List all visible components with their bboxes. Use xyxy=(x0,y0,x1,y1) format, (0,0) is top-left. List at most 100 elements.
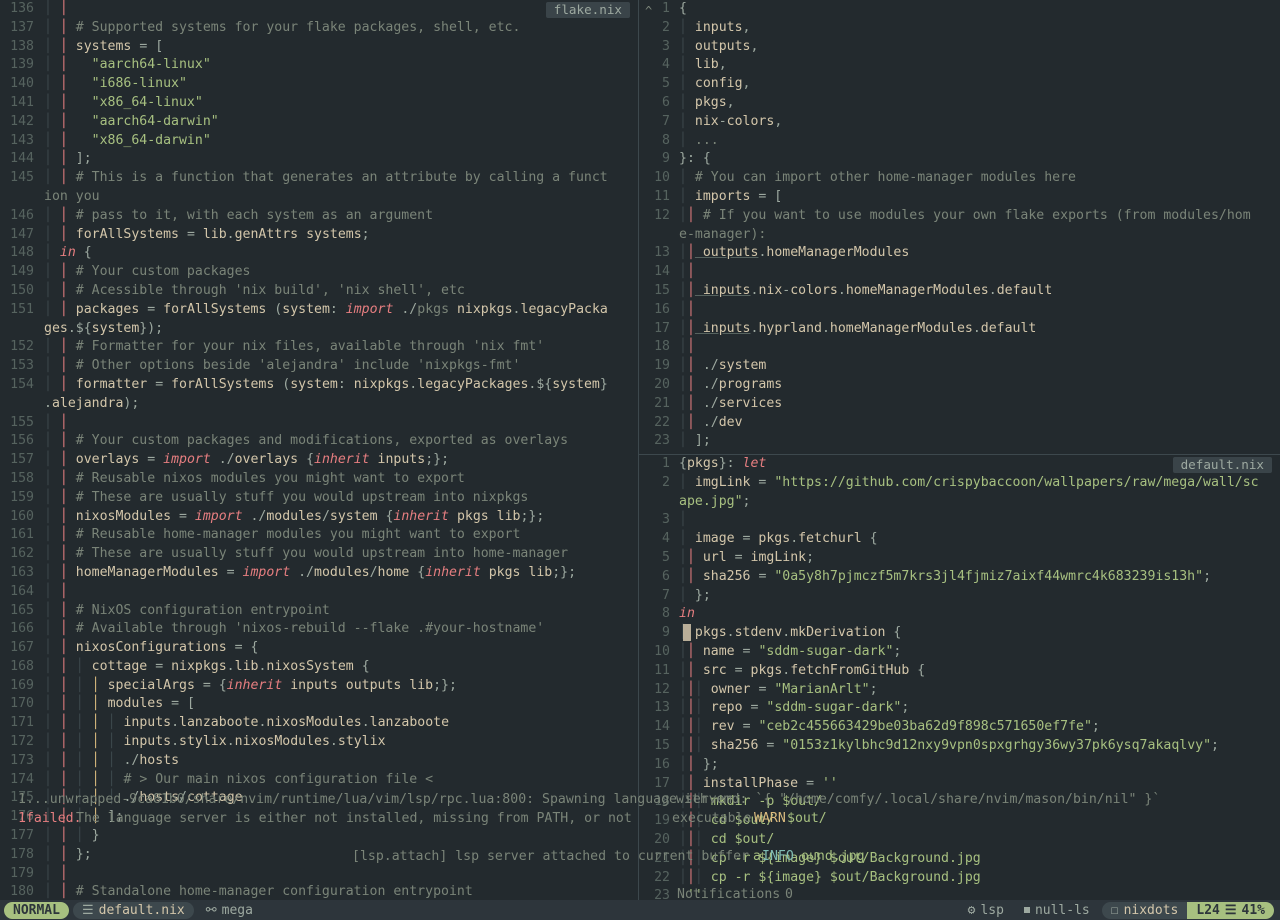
code-line: 136 │ │ xyxy=(10,1,68,16)
code-line: 171 │ │ │ │ │ inputs.lanzaboote.nixosModu… xyxy=(10,715,450,731)
code-line: 177 │ │ │ } xyxy=(10,828,100,844)
fragment-jpg: ound.jpg xyxy=(801,849,865,864)
code-line: 6 ││ sha256 = "0a5y8h7pjmczf5m7krs3jl4fjm… xyxy=(662,568,1212,584)
notification-count-label: Notifications xyxy=(677,887,781,902)
statusline-branch-name: mega xyxy=(221,902,253,918)
statusline-progress: 41% xyxy=(1241,902,1265,918)
code-line: 147 │ │ forAllSystems = lib.genAttrs syst… xyxy=(10,226,370,242)
code-line: 140 │ │ "i686-linux" xyxy=(10,76,187,92)
statusline-right: ⚙ lsp null-ls ☐ nixdots L24 ☰ 41% xyxy=(956,901,1280,919)
code-line: 149 │ │ # Your custom packages xyxy=(10,264,251,280)
code-line: 14 │││ rev = "ceb2c455663429be03ba62d9f89… xyxy=(654,719,1100,735)
code-line: 145 │ │ # This is a function that generat… xyxy=(10,170,608,186)
code-line: 138 │ │ systems = [ xyxy=(10,38,164,54)
code-line: 14 ││ xyxy=(654,264,695,280)
statusline-branch[interactable]: ⚯ mega xyxy=(198,902,261,919)
statusline-file[interactable]: ☰ default.nix xyxy=(72,901,194,919)
code-line: 3 │ outputs, xyxy=(662,38,759,54)
code-line: 11 ││ src = pkgs.fetchFromGitHub { xyxy=(654,662,926,678)
code-line: 22 ││ ./dev xyxy=(654,414,743,430)
notification-lsp-spawn-cmd: with cmd: `{ "/home/comfy/.local/share/n… xyxy=(676,792,1161,807)
code-line: 8 in xyxy=(662,606,695,622)
code-line: 169 │ │ │ │ specialArgs = {inherit inputs… xyxy=(10,677,457,693)
code-line: 170 │ │ │ │ modules = [ xyxy=(10,696,195,712)
code-line: 4 │ image = pkgs.fetchurl { xyxy=(662,531,878,547)
winbar-filename-left: flake.nix xyxy=(545,2,630,18)
statusline: NORMAL ☰ default.nix ⚯ mega ⚙ lsp null-l… xyxy=(0,900,1280,920)
code-line: 20 ││ ./programs xyxy=(654,376,783,392)
code-line: 174 │ │ │ │ │ # > Our main nixos configur… xyxy=(10,771,434,787)
notification-lsp-error: The language server is either not instal… xyxy=(76,811,632,826)
code-line: 10 ││ name = "sddm-sugar-dark"; xyxy=(654,643,902,659)
code-line: 168 │ │ │ cottage = nixpkgs.lib.nixosSyst… xyxy=(10,658,370,674)
code-line: 22 │││ cp -r ${image} $out/Background.jpg xyxy=(654,869,981,885)
code-line: 18 ││ xyxy=(654,339,695,355)
statusline-position: L24 ☰ 41% xyxy=(1187,901,1274,919)
code-line: 162 │ │ # These are usually stuff you wou… xyxy=(10,546,569,562)
notification-lsp-attach: [lsp.attach] lsp server attached to curr… xyxy=(352,849,749,864)
winbar-filename-right: default.nix xyxy=(1172,457,1272,473)
code-line: 144 │ │ ]; xyxy=(10,151,92,167)
scroll-up-indicator[interactable]: ^ xyxy=(645,2,652,21)
code-line: 17 ││ inputs.hyprland.homeManagerModules.… xyxy=(654,320,1037,336)
statusline-project[interactable]: ☐ nixdots xyxy=(1101,901,1188,919)
fragment-a: a xyxy=(753,849,761,864)
code-line: 4 │ lib, xyxy=(662,57,727,73)
code-line: 19 ││ ./system xyxy=(654,358,767,374)
square-dot-icon xyxy=(1023,907,1030,913)
statusline-lsp[interactable]: ⚙ lsp xyxy=(960,902,1012,919)
folder-icon: ☐ xyxy=(1110,902,1119,918)
code-line: 179 │ │ xyxy=(10,865,68,881)
file-icon: ☰ xyxy=(81,902,94,918)
pane-home-nix[interactable]: ^ 1{ 2 │ inputs, 3 │ outputs, 4 │ lib, 5 │ c… xyxy=(639,0,1280,454)
gear-icon: ⚙ xyxy=(967,902,976,918)
code-right-top[interactable]: 1{ 2 │ inputs, 3 │ outputs, 4 │ lib, 5 │ con… xyxy=(639,0,1280,451)
code-line-wrap: 145ion you xyxy=(44,188,100,204)
code-line: 15 ││ inputs.nix-colors.homeManagerModule… xyxy=(654,282,1053,298)
statusline-filename: default.nix xyxy=(98,902,185,918)
code-line: 142 │ │ "aarch64-darwin" xyxy=(10,113,219,129)
code-line-wrap: 2ape.jpg"; xyxy=(679,493,751,509)
code-line-wrap: 151ges.${system}); xyxy=(44,320,164,336)
notification-lsp-error-tail: executable. xyxy=(672,811,760,826)
statusline-linter-label: null-ls xyxy=(1034,902,1090,918)
code-line: 141 │ │ "x86_64-linux" xyxy=(10,94,203,110)
notification-info-badge: INFO xyxy=(762,849,794,864)
code-line: 157 │ │ overlays = import ./overlays {inh… xyxy=(10,452,450,468)
notification-count-value: 0 xyxy=(785,887,793,902)
code-line: 148 │ in { xyxy=(10,245,92,261)
code-left[interactable]: 136 │ │ 137 │ │ # Supported systems for yo… xyxy=(0,0,638,900)
code-line: 159 │ │ # These are usually stuff you wou… xyxy=(10,489,529,505)
code-line: 2 │ inputs, xyxy=(662,19,751,35)
code-line: 156 │ │ # Your custom packages and modifi… xyxy=(10,433,569,449)
code-line: 146 │ │ # pass to it, with each system as… xyxy=(10,207,434,223)
code-line: 12 ││ # If you want to use modules your o… xyxy=(654,207,1251,223)
code-line: 8 │ ... xyxy=(662,132,719,148)
code-right-bottom[interactable]: 1 {pkgs}: let 2 │ imgLink = "https://githu… xyxy=(639,455,1280,900)
code-line: 151 │ │ packages = forAllSystems (system:… xyxy=(10,301,608,317)
code-line: 2 │ imgLink = "https://github.com/crispyb… xyxy=(662,474,1259,490)
statusline-lsp-label: lsp xyxy=(980,902,1004,918)
code-line: 12 │││ owner = "MarianArlt"; xyxy=(654,681,878,697)
code-line: 5 │ config, xyxy=(662,76,751,92)
pane-default-nix[interactable]: default.nix 1 {pkgs}: let 2 │ imgLink = "h… xyxy=(639,455,1280,900)
code-line: 3 │ xyxy=(662,512,687,528)
statusline-linter[interactable]: null-ls xyxy=(1016,902,1098,919)
editor-area: flake.nix 136 │ │ 137 │ │ # Supported syst… xyxy=(0,0,1280,900)
code-line: 11 │ imports = [ xyxy=(654,188,783,204)
right-column: ^ 1{ 2 │ inputs, 3 │ outputs, 4 │ lib, 5 │ c… xyxy=(639,0,1280,900)
code-line: 160 │ │ nixosModules = import ./modules/s… xyxy=(10,508,545,524)
code-line: 13 ││ outputs.homeManagerModules xyxy=(654,245,910,261)
code-line: 23 │ ]; xyxy=(654,433,711,449)
code-line: 10 │ # You can import other home-manager … xyxy=(654,170,1076,186)
code-line: 161 │ │ # Reusable home-manager modules y… xyxy=(10,527,521,543)
notification-warn-badge: WARN xyxy=(754,811,786,826)
statusline-left: NORMAL ☰ default.nix ⚯ mega xyxy=(0,901,261,919)
code-line: 137 │ │ # Supported systems for your flak… xyxy=(10,19,521,35)
git-branch-icon: ⚯ xyxy=(205,902,217,918)
code-line: 172 │ │ │ │ │ inputs.stylix.nixosModules.… xyxy=(10,734,386,750)
code-line: 9│ pkgs.stdenv.mkDerivation { xyxy=(662,625,902,641)
code-line: 155 │ │ xyxy=(10,414,68,430)
statusline-line-number: L24 xyxy=(1196,902,1220,918)
pane-flake-nix[interactable]: flake.nix 136 │ │ 137 │ │ # Supported syst… xyxy=(0,0,638,900)
